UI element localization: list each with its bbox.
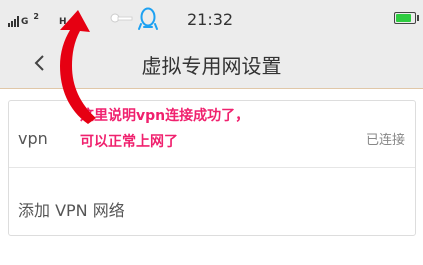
add-vpn-button[interactable]: 添加 VPN 网络	[9, 171, 415, 237]
add-vpn-label: 添加 VPN 网络	[18, 201, 125, 220]
battery-level-fill	[396, 14, 411, 22]
annotation-note: 这里说明vpn连接成功了， 可以正常上网了	[80, 103, 249, 155]
signal-icon	[8, 16, 19, 27]
qq-icon	[138, 7, 158, 30]
network-sup-label: 2	[33, 12, 39, 21]
status-left-group: G 2 H	[8, 9, 72, 27]
network-type-label: G	[21, 17, 29, 27]
vpn-name-label: vpn	[18, 129, 48, 148]
page-title: 虚拟专用网设置	[141, 54, 282, 78]
status-bar: G 2 H 21:32	[0, 0, 423, 38]
annotation-line-2: 可以正常上网了	[80, 134, 178, 150]
data-type-label: H	[58, 17, 67, 27]
key-icon	[110, 13, 133, 23]
annotation-line-1: 这里说明vpn连接成功了，	[80, 108, 250, 124]
title-bar: 虚拟专用网设置	[0, 38, 423, 89]
vpn-status-label: 已连接	[365, 133, 405, 148]
battery-icon	[394, 12, 419, 24]
clock: 21:32	[187, 10, 234, 29]
